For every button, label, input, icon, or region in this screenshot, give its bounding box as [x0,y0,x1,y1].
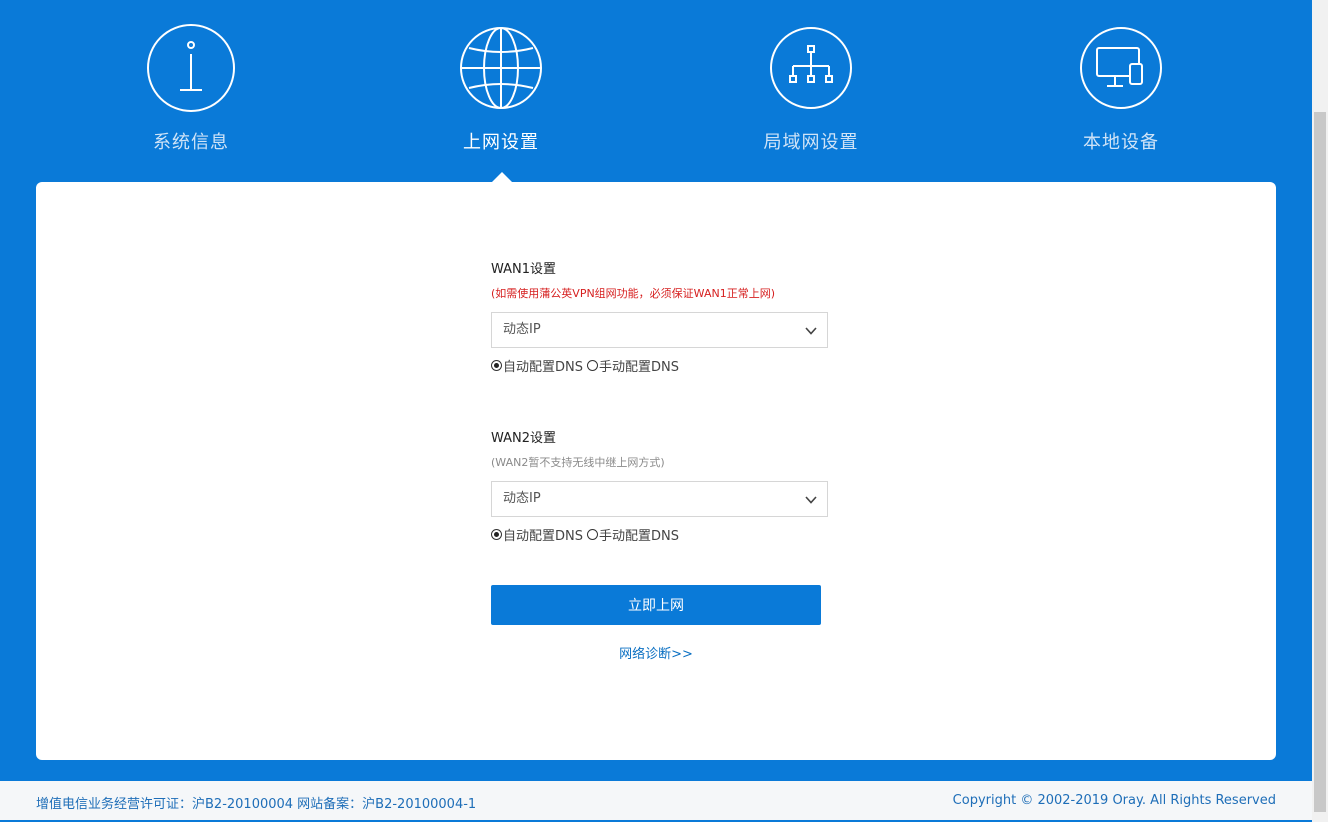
wan2-dns-manual-label: 手动配置DNS [599,528,679,544]
footer: 增值电信业务经营许可证：沪B2-20100004 网站备案：沪B2-201000… [0,781,1312,822]
wan1-title: WAN1设置 [491,262,557,277]
wan2-dns-auto-radio[interactable]: 自动配置DNS [491,525,583,544]
footer-copyright: Copyright © 2002-2019 Oray. All Rights R… [952,793,1276,808]
network-diagnose-link[interactable]: 网络诊断>> [491,643,821,662]
wan1-dns-auto-radio[interactable]: 自动配置DNS [491,356,583,375]
connect-now-button[interactable]: 立即上网 [491,585,821,625]
wan2-mode-value: 动态IP [503,491,541,506]
wan2-dns-auto-label: 自动配置DNS [503,528,583,544]
globe-icon [460,27,542,109]
nav-item-local-devices[interactable]: 本地设备 [1021,24,1221,159]
nav-item-system-info[interactable]: 系统信息 [91,24,291,159]
wan1-section: WAN1设置 (如需使用蒲公英VPN组网功能，必须保证WAN1正常上网) 动态I… [491,260,831,375]
chevron-down-icon [805,327,817,335]
radio-checked-icon[interactable] [491,528,502,540]
nav-label: 系统信息 [153,132,229,153]
wan1-mode-select[interactable]: 动态IP [491,312,828,348]
wan2-dns-manual-radio[interactable]: 手动配置DNS [587,525,679,544]
wan1-dns-options: 自动配置DNS 手动配置DNS [491,356,831,375]
radio-unchecked-icon[interactable] [587,359,598,371]
wan2-section: WAN2设置 (WAN2暂不支持无线中继上网方式) 动态IP 自动配置DNS 手… [491,429,831,544]
radio-checked-icon[interactable] [491,359,502,371]
wan1-dns-auto-label: 自动配置DNS [503,359,583,375]
scrollbar-thumb[interactable] [1314,112,1326,812]
network-topology-icon [770,27,852,109]
wan2-title: WAN2设置 [491,431,557,446]
nav-label: 本地设备 [1083,132,1159,153]
nav-item-lan-settings[interactable]: 局域网设置 [711,24,911,159]
wan2-mode-select[interactable]: 动态IP [491,481,828,517]
settings-card: WAN1设置 (如需使用蒲公英VPN组网功能，必须保证WAN1正常上网) 动态I… [36,182,1276,760]
page: 系统信息 上网设置 局域网设置 本地设备 WAN1设置 (如需使用蒲公英VPN组… [0,0,1328,822]
footer-license: 增值电信业务经营许可证：沪B2-20100004 网站备案：沪B2-201000… [36,797,477,812]
wan2-hint: (WAN2暂不支持无线中继上网方式) [491,456,665,469]
info-icon [147,24,235,112]
wan1-mode-value: 动态IP [503,322,541,337]
chevron-down-icon [805,496,817,504]
wan1-hint: (如需使用蒲公英VPN组网功能，必须保证WAN1正常上网) [491,287,775,300]
internet-settings-form: WAN1设置 (如需使用蒲公英VPN组网功能，必须保证WAN1正常上网) 动态I… [491,260,831,662]
nav-item-internet-settings[interactable]: 上网设置 [401,24,601,159]
nav-label: 局域网设置 [763,132,859,153]
radio-unchecked-icon[interactable] [587,528,598,540]
nav-label: 上网设置 [463,132,539,153]
devices-icon [1080,27,1162,109]
wan1-dns-manual-label: 手动配置DNS [599,359,679,375]
wan1-dns-manual-radio[interactable]: 手动配置DNS [587,356,679,375]
wan2-dns-options: 自动配置DNS 手动配置DNS [491,525,831,544]
